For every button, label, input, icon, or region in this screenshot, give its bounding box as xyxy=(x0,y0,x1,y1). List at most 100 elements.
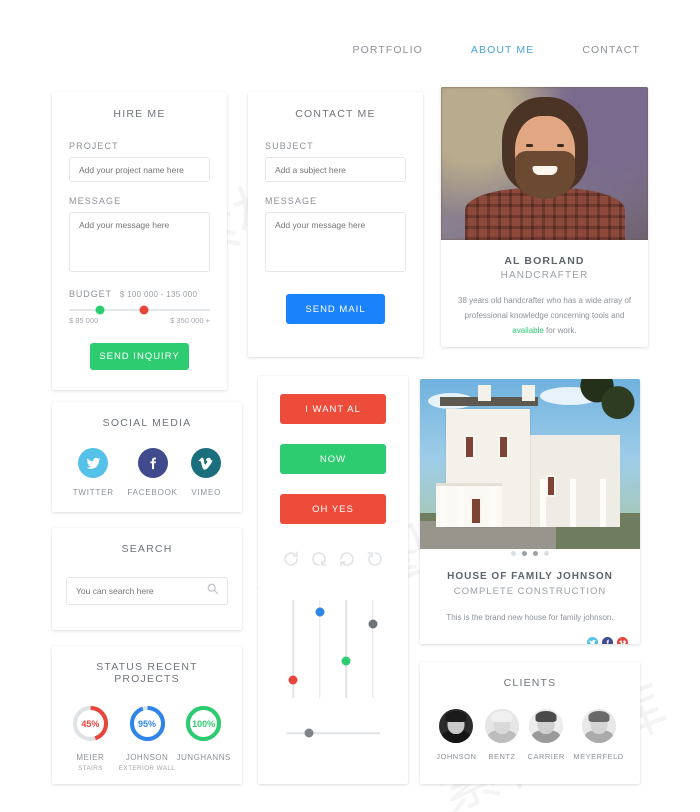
profile-description: 38 years old handcrafter who has a wide … xyxy=(457,294,632,338)
now-button[interactable]: NOW xyxy=(280,444,386,474)
project-image xyxy=(420,379,640,549)
hire-message-textarea[interactable] xyxy=(69,212,210,272)
nav-item-portfolio[interactable]: PORTFOLIO xyxy=(352,44,422,56)
search-icon[interactable] xyxy=(206,582,219,600)
avatar xyxy=(439,709,474,743)
slider-green-track xyxy=(345,600,348,698)
controls-panel: I WANT AL NOW OH YES xyxy=(258,376,408,784)
column-2 xyxy=(458,487,464,527)
budget-slider[interactable] xyxy=(69,305,210,315)
search-input[interactable] xyxy=(66,577,228,605)
send-inquiry-button[interactable]: SEND INQUIRY xyxy=(90,343,189,370)
client-johnson[interactable]: JOHNSON xyxy=(436,709,476,761)
column-3 xyxy=(490,487,496,527)
budget-knob-low[interactable] xyxy=(95,305,105,315)
project-subtitle: COMPLETE CONSTRUCTION xyxy=(453,586,607,597)
status-projects-card: STATUS RECENT PROJECTS 45% MEIER STAIRS … xyxy=(52,646,242,784)
client-name-bentz: BENTZ xyxy=(488,752,516,761)
send-mail-button[interactable]: SEND MAIL xyxy=(286,294,385,324)
window-3 xyxy=(546,475,556,497)
avatar xyxy=(581,709,616,743)
slider-horizontal-knob[interactable] xyxy=(304,728,314,738)
facebook-icon[interactable] xyxy=(602,637,613,644)
budget-knob-high[interactable] xyxy=(139,305,149,315)
social-item-facebook[interactable]: FACEBOOK xyxy=(127,448,177,497)
project-share-icons xyxy=(587,637,628,644)
avatar-hair xyxy=(535,711,557,722)
chimney-left xyxy=(478,385,491,401)
avatar xyxy=(529,709,564,743)
budget-min-label: $ 85 000 xyxy=(69,316,99,325)
project-info: HOUSE OF FAMILY JOHNSON COMPLETE CONSTRU… xyxy=(420,549,640,644)
status-item-meier: 45% MEIER STAIRS xyxy=(62,703,119,773)
slider-red[interactable] xyxy=(288,600,298,698)
profile-role: HANDCRAFTER xyxy=(500,270,589,281)
donut-sub-johnson: EXTERIOR WALL xyxy=(118,765,176,772)
contact-message-label: MESSAGE xyxy=(265,196,318,206)
social-item-twitter[interactable]: TWITTER xyxy=(73,448,114,497)
donut-name-johnson: JOHNSON xyxy=(125,753,169,762)
client-meyerfeld[interactable]: MEYERFELD xyxy=(573,709,623,761)
avatar-hair xyxy=(491,711,513,722)
slider-gray[interactable] xyxy=(368,600,378,698)
donut-chart-meier: 45% xyxy=(70,703,111,744)
slider-green[interactable] xyxy=(341,600,351,698)
profile-photo xyxy=(441,87,648,240)
client-name-johnson: JOHNSON xyxy=(436,752,477,761)
refresh-icon-row xyxy=(282,550,384,568)
subject-label: SUBJECT xyxy=(265,141,314,151)
tree xyxy=(576,379,640,425)
facebook-icon[interactable] xyxy=(137,448,168,478)
main-navigation: PORTFOLIO ABOUT ME CONTACT xyxy=(0,44,700,56)
social-media-list: TWITTER FACEBOOK VIMEO xyxy=(66,448,228,497)
social-item-vimeo[interactable]: VIMEO xyxy=(191,448,222,497)
refresh-icon-3[interactable] xyxy=(338,550,356,568)
window-2 xyxy=(498,435,509,459)
twitter-icon[interactable] xyxy=(587,637,598,644)
client-name-meyerfeld: MEYERFELD xyxy=(573,752,624,761)
client-bentz[interactable]: BENTZ xyxy=(484,709,519,761)
column-1 xyxy=(440,487,446,527)
search-field-wrapper xyxy=(66,577,228,605)
budget-label: BUDGET xyxy=(69,289,112,299)
budget-range-labels: $ 85 000 $ 350 000 + xyxy=(69,316,210,325)
donut-percent-johnson: 95% xyxy=(137,718,156,729)
contact-me-card: CONTACT ME SUBJECT MESSAGE SEND MAIL xyxy=(248,92,423,357)
social-label-twitter: TWITTER xyxy=(72,488,114,497)
hire-me-card: HIRE ME PROJECT MESSAGE BUDGET $ 100 000… xyxy=(52,92,227,390)
donut-percent-junghanns: 100% xyxy=(192,718,216,729)
front-door xyxy=(470,497,482,525)
vimeo-icon[interactable] xyxy=(617,637,628,644)
i-want-al-button[interactable]: I WANT AL xyxy=(280,394,386,424)
project-input[interactable] xyxy=(69,157,210,182)
column-5 xyxy=(570,479,576,527)
search-card: SEARCH xyxy=(52,528,242,630)
slider-blue-knob[interactable] xyxy=(315,607,325,617)
donut-chart-junghanns: 100% xyxy=(183,703,224,744)
project-label: PROJECT xyxy=(69,141,119,151)
status-item-johnson: 95% JOHNSON EXTERIOR WALL xyxy=(119,703,176,773)
oh-yes-button[interactable]: OH YES xyxy=(280,494,386,524)
refresh-icon-2[interactable] xyxy=(310,550,328,568)
nav-item-contact[interactable]: CONTACT xyxy=(582,44,640,56)
column-6 xyxy=(600,479,606,527)
slider-gray-knob[interactable] xyxy=(368,619,378,629)
nav-item-about-me[interactable]: ABOUT ME xyxy=(471,44,534,56)
client-carrier[interactable]: CARRIER xyxy=(528,709,565,761)
contact-message-textarea[interactable] xyxy=(265,212,406,272)
profile-info: AL BORLAND HANDCRAFTER 38 years old hand… xyxy=(441,240,648,338)
refresh-icon-1[interactable] xyxy=(282,550,300,568)
vimeo-icon[interactable] xyxy=(191,448,222,478)
slider-blue[interactable] xyxy=(315,600,325,698)
clients-list: JOHNSON BENTZ CARRIER MEYERFELD xyxy=(432,709,628,761)
refresh-icon-4[interactable] xyxy=(366,550,384,568)
twitter-icon[interactable] xyxy=(78,448,109,478)
slider-green-knob[interactable] xyxy=(341,656,351,666)
clients-card: CLIENTS JOHNSON BENTZ CARRIER MEYERFELD xyxy=(420,662,640,784)
photo-smile xyxy=(532,166,557,175)
donut-name-meier: MEIER xyxy=(76,753,105,762)
slider-horizontal[interactable] xyxy=(286,728,380,738)
client-name-carrier: CARRIER xyxy=(527,752,565,761)
slider-red-knob[interactable] xyxy=(288,675,298,685)
subject-input[interactable] xyxy=(265,157,406,182)
